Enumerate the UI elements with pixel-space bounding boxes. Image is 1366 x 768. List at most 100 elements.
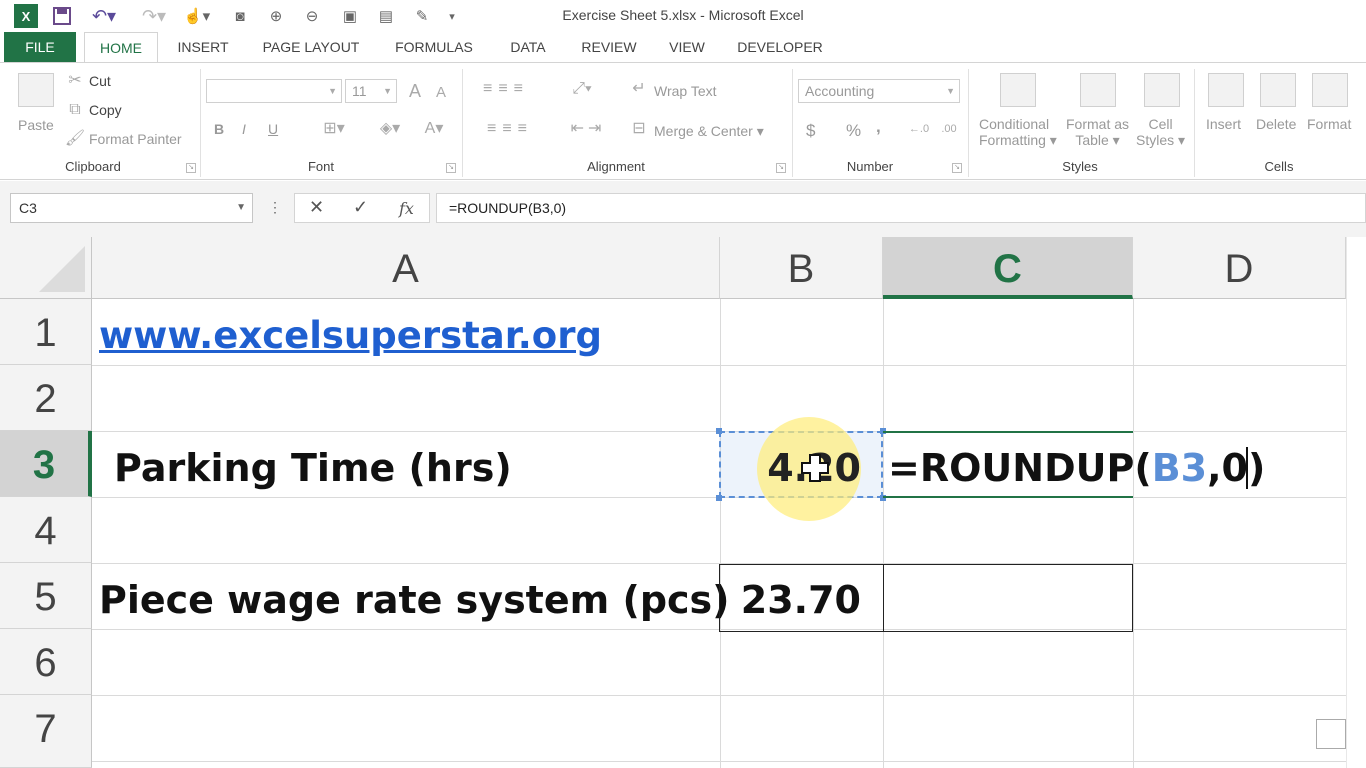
row-header-5[interactable]: 5 xyxy=(0,563,92,629)
group-label-number: Number xyxy=(846,159,894,174)
insert-function-icon[interactable]: fx xyxy=(399,199,414,218)
alignment-launcher-icon[interactable]: ↘ xyxy=(776,163,786,173)
tab-file[interactable]: FILE xyxy=(4,32,76,62)
fill-color-icon[interactable]: ◈▾ xyxy=(370,119,410,139)
row-header-3[interactable]: 3 xyxy=(0,431,92,497)
merge-center-button[interactable]: Merge & Center ▾ xyxy=(654,123,764,140)
shrink-font-icon[interactable]: A xyxy=(430,83,452,103)
text-caret xyxy=(1246,447,1248,489)
paste-icon[interactable] xyxy=(18,73,54,107)
indent-icons[interactable]: ⇤⇥ xyxy=(560,119,616,139)
separator xyxy=(968,69,969,177)
group-label-cells: Cells xyxy=(1264,159,1294,174)
resize-handle[interactable] xyxy=(716,428,722,434)
column-header-b[interactable]: B xyxy=(720,237,883,299)
bold-button[interactable]: B xyxy=(214,121,224,137)
comma-button[interactable]: , xyxy=(876,117,881,137)
cell-styles-icon xyxy=(1144,73,1180,107)
select-all-button[interactable] xyxy=(0,237,92,299)
gridline xyxy=(1133,299,1134,768)
broken-image-icon xyxy=(1316,719,1346,749)
format-painter-button[interactable]: Format Painter xyxy=(89,131,182,147)
resize-handle[interactable] xyxy=(716,495,722,501)
vertical-scrollbar[interactable] xyxy=(1346,237,1366,768)
group-label-font: Font xyxy=(307,159,334,174)
wrap-text-button[interactable]: Wrap Text xyxy=(654,83,717,99)
row-header-6[interactable]: 6 xyxy=(0,629,92,695)
tab-data[interactable]: DATA xyxy=(500,32,556,62)
row-header-1[interactable]: 1 xyxy=(0,299,92,365)
insert-cells-button[interactable]: Insert xyxy=(1206,116,1241,132)
conditional-formatting-button[interactable]: Conditional Formatting ▾ xyxy=(979,116,1057,149)
cell-cursor-icon xyxy=(800,453,830,483)
underline-button[interactable]: U xyxy=(268,121,278,137)
vertical-align-icons[interactable]: ≡≡≡ xyxy=(470,79,542,99)
more-icon[interactable]: ⋮ xyxy=(268,199,282,216)
cell-styles-button[interactable]: Cell Styles ▾ xyxy=(1136,116,1185,149)
formula-reference-b3: B3 xyxy=(1151,446,1208,490)
paste-button[interactable]: Paste xyxy=(18,117,54,133)
formula-buttons: ✕ ✓ fx xyxy=(294,193,430,223)
tab-formulas[interactable]: FORMULAS xyxy=(384,32,484,62)
format-as-table-button[interactable]: Format as Table ▾ xyxy=(1066,116,1129,149)
font-name-select[interactable]: ▼ xyxy=(206,79,342,103)
gridline xyxy=(720,299,721,768)
horizontal-align-icons[interactable]: ≡≡≡ xyxy=(470,119,550,139)
copy-button[interactable]: Copy xyxy=(89,102,122,118)
italic-button[interactable]: I xyxy=(242,121,246,137)
delete-cells-button[interactable]: Delete xyxy=(1256,116,1296,132)
currency-button[interactable]: $ xyxy=(806,121,815,141)
conditional-formatting-icon xyxy=(1000,73,1036,107)
tab-insert[interactable]: INSERT xyxy=(166,32,240,62)
number-launcher-icon[interactable]: ↘ xyxy=(952,163,962,173)
font-launcher-icon[interactable]: ↘ xyxy=(446,163,456,173)
name-box[interactable]: C3 ▼ xyxy=(10,193,253,223)
format-as-table-icon xyxy=(1080,73,1116,107)
number-format-select[interactable]: Accounting ▼ xyxy=(798,79,960,103)
clipboard-launcher-icon[interactable]: ↘ xyxy=(186,163,196,173)
separator xyxy=(1194,69,1195,177)
gridline xyxy=(92,761,1366,762)
decrease-decimal-icon[interactable]: .00 xyxy=(936,119,962,139)
format-cells-button[interactable]: Format xyxy=(1307,116,1351,132)
cell-a5[interactable]: Piece wage rate system (pcs) xyxy=(99,577,730,623)
cell-b3[interactable]: 4.20 xyxy=(719,445,861,491)
column-header-d[interactable]: D xyxy=(1133,237,1346,299)
borders-icon[interactable]: ⊞▾ xyxy=(314,119,354,139)
cut-button[interactable]: Cut xyxy=(89,73,111,89)
cell-a3[interactable]: Parking Time (hrs) xyxy=(114,445,512,491)
ribbon-tabs: FILE HOME INSERT PAGE LAYOUT FORMULAS DA… xyxy=(0,32,1366,63)
cancel-icon[interactable]: ✕ xyxy=(309,197,324,218)
tab-developer[interactable]: DEVELOPER xyxy=(730,32,830,62)
merge-icon: ⊟ xyxy=(632,120,646,137)
tab-view[interactable]: VIEW xyxy=(660,32,714,62)
gridline xyxy=(883,299,884,768)
cell-c3-formula[interactable]: =ROUNDUP(B3,0) xyxy=(888,445,1265,491)
group-label-alignment: Alignment xyxy=(587,159,645,174)
row-header-4[interactable]: 4 xyxy=(0,497,92,563)
cell-b5[interactable]: 23.70 xyxy=(719,577,861,623)
row-header-2[interactable]: 2 xyxy=(0,365,92,431)
tab-home[interactable]: HOME xyxy=(84,32,158,63)
enter-icon[interactable]: ✓ xyxy=(353,197,368,218)
increase-decimal-icon[interactable]: ←.0 xyxy=(906,119,932,139)
formula-input[interactable]: =ROUNDUP(B3,0) xyxy=(436,193,1366,223)
worksheet-grid: A B C D 1 2 3 4 5 6 7 www.excelsuperstar… xyxy=(0,237,1366,768)
column-header-a[interactable]: A xyxy=(92,237,720,299)
tab-page-layout[interactable]: PAGE LAYOUT xyxy=(250,32,372,62)
separator xyxy=(792,69,793,177)
tab-review[interactable]: REVIEW xyxy=(574,32,644,62)
orientation-icon[interactable]: ⤢▾ xyxy=(562,79,602,99)
row-header-7[interactable]: 7 xyxy=(0,695,92,768)
gridline xyxy=(92,695,1366,696)
font-size-select[interactable]: 11 ▼ xyxy=(345,79,397,103)
wrap-text-icon: ↵ xyxy=(632,80,646,97)
chevron-down-icon[interactable]: ▼ xyxy=(236,194,246,222)
delete-cells-icon xyxy=(1260,73,1296,107)
percent-button[interactable]: % xyxy=(846,121,861,141)
font-color-icon[interactable]: A▾ xyxy=(416,119,452,139)
column-header-c[interactable]: C xyxy=(883,237,1133,299)
group-label-clipboard: Clipboard xyxy=(65,159,121,174)
cell-a1-link[interactable]: www.excelsuperstar.org xyxy=(99,313,602,359)
grow-font-icon[interactable]: A xyxy=(404,81,426,101)
